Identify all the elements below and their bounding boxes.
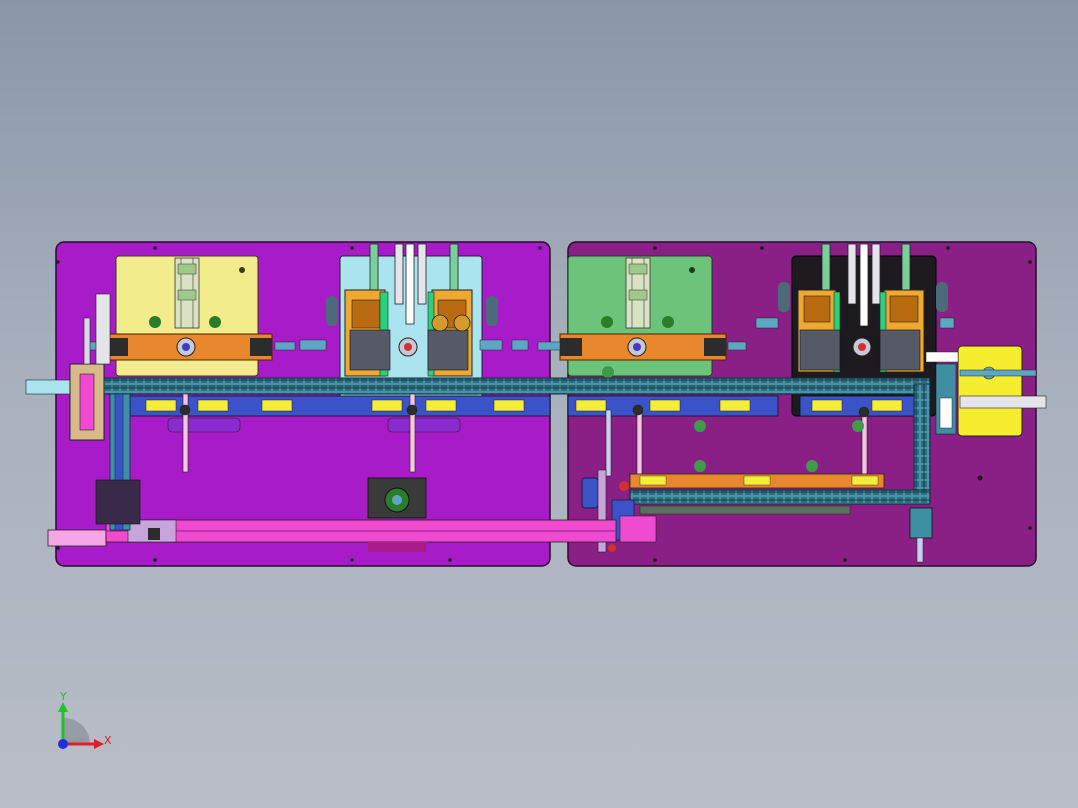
x-axis-label: X <box>104 734 112 747</box>
axis-triad: Y X <box>58 690 112 749</box>
station-1-slider[interactable] <box>87 333 296 361</box>
bottom-indexer[interactable] <box>367 477 427 519</box>
cad-viewport[interactable]: Y X <box>0 0 1078 808</box>
main-conveyor-chain[interactable] <box>99 377 931 395</box>
main-conveyor-fixtures[interactable] <box>129 395 921 417</box>
station-3-slider[interactable] <box>537 333 747 361</box>
z-axis-dot <box>58 739 68 749</box>
return-conveyor-vertical[interactable] <box>913 383 931 505</box>
y-axis-label: Y <box>59 690 67 703</box>
